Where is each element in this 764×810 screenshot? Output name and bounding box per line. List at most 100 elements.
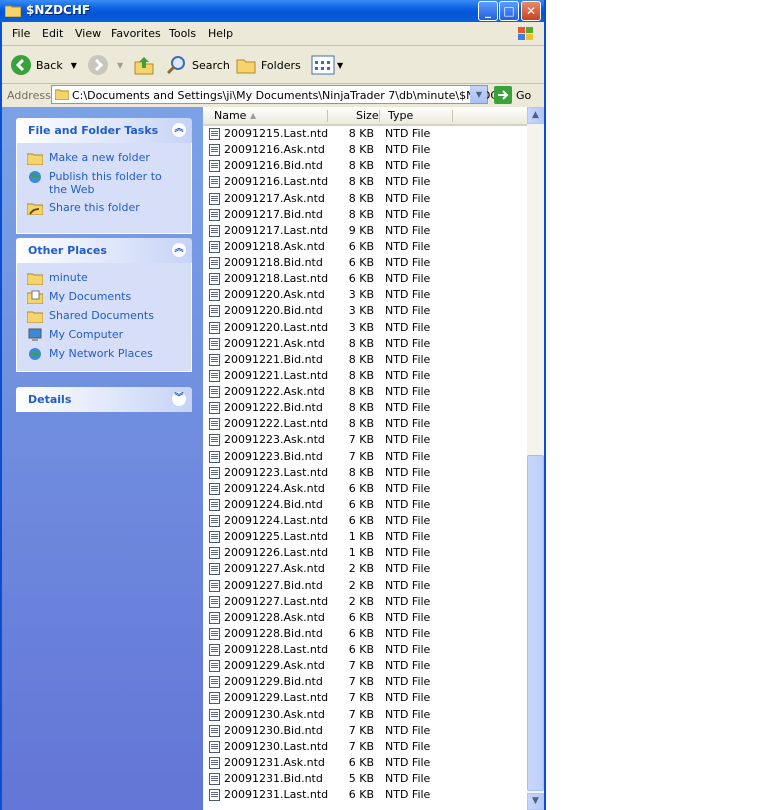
sort-arrow-icon: ▲ xyxy=(250,111,257,120)
file-row[interactable]: 20091223.Last.ntd 8 KB NTD File xyxy=(203,465,527,481)
folders-button[interactable]: Folders xyxy=(235,54,301,76)
back-dropdown-icon[interactable]: ▼ xyxy=(71,61,77,70)
share-folder-link[interactable]: Share this folder xyxy=(27,201,191,215)
file-row[interactable]: 20091216.Bid.ntd 8 KB NTD File xyxy=(203,158,527,174)
minimize-button[interactable]: _ xyxy=(478,1,498,21)
up-folder-button[interactable] xyxy=(133,54,155,76)
file-row[interactable]: 20091216.Last.ntd 8 KB NTD File xyxy=(203,174,527,190)
place-my-computer-link[interactable]: My Computer xyxy=(27,328,191,342)
file-name: 20091222.Ask.ntd xyxy=(224,385,325,398)
file-row[interactable]: 20091220.Last.ntd 3 KB NTD File xyxy=(203,320,527,336)
file-size: 7 KB xyxy=(348,707,374,721)
file-row[interactable]: 20091228.Bid.ntd 6 KB NTD File xyxy=(203,626,527,642)
menu-edit[interactable]: Edit xyxy=(42,27,63,40)
publish-folder-link[interactable]: Publish this folder to the Web xyxy=(27,170,191,196)
column-type[interactable]: Type xyxy=(388,109,413,122)
address-dropdown-icon[interactable]: ▼ xyxy=(470,86,487,103)
file-row[interactable]: 20091227.Bid.ntd 2 KB NTD File xyxy=(203,578,527,594)
place-my-documents-link[interactable]: My Documents xyxy=(27,290,191,304)
place-minute-link[interactable]: minute xyxy=(27,271,191,285)
file-row[interactable]: 20091230.Last.ntd 7 KB NTD File xyxy=(203,739,527,755)
search-button[interactable]: Search xyxy=(166,54,230,76)
window-title: $NZDCHF xyxy=(26,3,91,17)
file-row[interactable]: 20091230.Bid.ntd 7 KB NTD File xyxy=(203,723,527,739)
address-label: Address xyxy=(7,89,51,102)
file-row[interactable]: 20091217.Ask.ntd 8 KB NTD File xyxy=(203,191,527,207)
file-row[interactable]: 20091228.Ask.ntd 6 KB NTD File xyxy=(203,610,527,626)
file-row[interactable]: 20091218.Ask.ntd 6 KB NTD File xyxy=(203,239,527,255)
file-row[interactable]: 20091222.Bid.ntd 8 KB NTD File xyxy=(203,400,527,416)
file-row[interactable]: 20091230.Ask.ntd 7 KB NTD File xyxy=(203,707,527,723)
column-divider[interactable] xyxy=(379,110,380,122)
file-row[interactable]: 20091222.Ask.ntd 8 KB NTD File xyxy=(203,384,527,400)
make-new-folder-link[interactable]: Make a new folder xyxy=(27,151,191,165)
file-row[interactable]: 20091229.Ask.ntd 7 KB NTD File xyxy=(203,658,527,674)
file-row[interactable]: 20091222.Last.ntd 8 KB NTD File xyxy=(203,416,527,432)
file-row[interactable]: 20091227.Ask.ntd 2 KB NTD File xyxy=(203,561,527,577)
file-row[interactable]: 20091221.Bid.ntd 8 KB NTD File xyxy=(203,352,527,368)
file-type: NTD File xyxy=(385,320,431,334)
address-input[interactable]: C:\Documents and Settings\ji\My Document… xyxy=(51,85,513,104)
file-name: 20091216.Last.ntd xyxy=(224,175,329,189)
file-row[interactable]: 20091218.Last.ntd 6 KB NTD File xyxy=(203,271,527,287)
file-row[interactable]: 20091229.Last.ntd 7 KB NTD File xyxy=(203,690,527,706)
file-row[interactable]: 20091216.Ask.ntd 8 KB NTD File xyxy=(203,142,527,158)
back-button[interactable]: Back ▼ xyxy=(10,54,77,76)
file-type: NTD File xyxy=(385,417,431,431)
file-row[interactable]: 20091226.Last.ntd 1 KB NTD File xyxy=(203,545,527,561)
file-row[interactable]: 20091221.Last.ntd 8 KB NTD File xyxy=(203,368,527,384)
file-row[interactable]: 20091229.Bid.ntd 7 KB NTD File xyxy=(203,674,527,690)
column-divider[interactable] xyxy=(327,110,328,122)
file-row[interactable]: 20091220.Bid.ntd 3 KB NTD File xyxy=(203,303,527,319)
file-row[interactable]: 20091224.Last.ntd 6 KB NTD File xyxy=(203,513,527,529)
vertical-scrollbar[interactable]: ▲ ▼ xyxy=(527,107,544,810)
file-row[interactable]: 20091231.Ask.ntd 6 KB NTD File xyxy=(203,755,527,771)
other-places-header[interactable]: Other Places ︽ xyxy=(16,238,192,263)
collapse-chevron-icon[interactable]: ︽ xyxy=(171,242,187,258)
title-bar[interactable]: $NZDCHF _ □ ✕ xyxy=(0,0,546,22)
file-row[interactable]: 20091227.Last.ntd 2 KB NTD File xyxy=(203,594,527,610)
file-row[interactable]: 20091225.Last.ntd 1 KB NTD File xyxy=(203,529,527,545)
views-button[interactable]: ▼ xyxy=(311,54,343,76)
menu-view[interactable]: View xyxy=(75,27,101,40)
maximize-button[interactable]: □ xyxy=(499,1,519,21)
go-button[interactable]: Go xyxy=(494,86,531,104)
place-shared-documents-link[interactable]: Shared Documents xyxy=(27,309,191,323)
column-size[interactable]: Size xyxy=(356,109,379,122)
expand-chevron-icon[interactable]: ︾ xyxy=(171,391,187,407)
menu-file[interactable]: File xyxy=(12,27,30,40)
column-divider[interactable] xyxy=(452,110,453,122)
file-name: 20091222.Last.ntd xyxy=(224,417,329,431)
file-row[interactable]: 20091223.Ask.ntd 7 KB NTD File xyxy=(203,432,527,448)
details-header[interactable]: Details ︾ xyxy=(16,387,192,412)
file-row[interactable]: 20091231.Last.ntd 6 KB NTD File xyxy=(203,787,527,803)
file-row[interactable]: 20091217.Last.ntd 9 KB NTD File xyxy=(203,223,527,239)
file-row[interactable]: 20091221.Ask.ntd 8 KB NTD File xyxy=(203,336,527,352)
file-row[interactable]: 20091215.Last.ntd 8 KB NTD File xyxy=(203,126,527,142)
file-row[interactable]: 20091220.Ask.ntd 3 KB NTD File xyxy=(203,287,527,303)
ntd-file-icon xyxy=(209,595,220,608)
file-size: 7 KB xyxy=(348,691,374,705)
file-row[interactable]: 20091224.Ask.ntd 6 KB NTD File xyxy=(203,481,527,497)
column-name[interactable]: Name xyxy=(214,109,246,122)
menu-favorites[interactable]: Favorites xyxy=(111,27,161,40)
scroll-down-arrow-icon[interactable]: ▼ xyxy=(527,793,544,810)
scroll-thumb[interactable] xyxy=(527,455,544,791)
scroll-up-arrow-icon[interactable]: ▲ xyxy=(527,107,544,124)
file-row[interactable]: 20091223.Bid.ntd 7 KB NTD File xyxy=(203,449,527,465)
forward-button[interactable]: ▼ xyxy=(87,54,123,76)
place-my-network-places-link[interactable]: My Network Places xyxy=(27,347,191,361)
close-button[interactable]: ✕ xyxy=(521,1,541,21)
file-row[interactable]: 20091231.Bid.ntd 5 KB NTD File xyxy=(203,771,527,787)
file-row[interactable]: 20091218.Bid.ntd 6 KB NTD File xyxy=(203,255,527,271)
file-folder-tasks-header[interactable]: File and Folder Tasks ︽ xyxy=(16,118,192,143)
file-row[interactable]: 20091217.Bid.ntd 8 KB NTD File xyxy=(203,207,527,223)
file-size: 6 KB xyxy=(348,755,374,769)
menu-help[interactable]: Help xyxy=(208,27,233,40)
file-size: 8 KB xyxy=(348,159,374,173)
menu-tools[interactable]: Tools xyxy=(169,27,196,40)
ntd-file-icon xyxy=(209,531,220,544)
file-row[interactable]: 20091228.Last.ntd 6 KB NTD File xyxy=(203,642,527,658)
collapse-chevron-icon[interactable]: ︽ xyxy=(171,122,187,138)
file-row[interactable]: 20091224.Bid.ntd 6 KB NTD File xyxy=(203,497,527,513)
